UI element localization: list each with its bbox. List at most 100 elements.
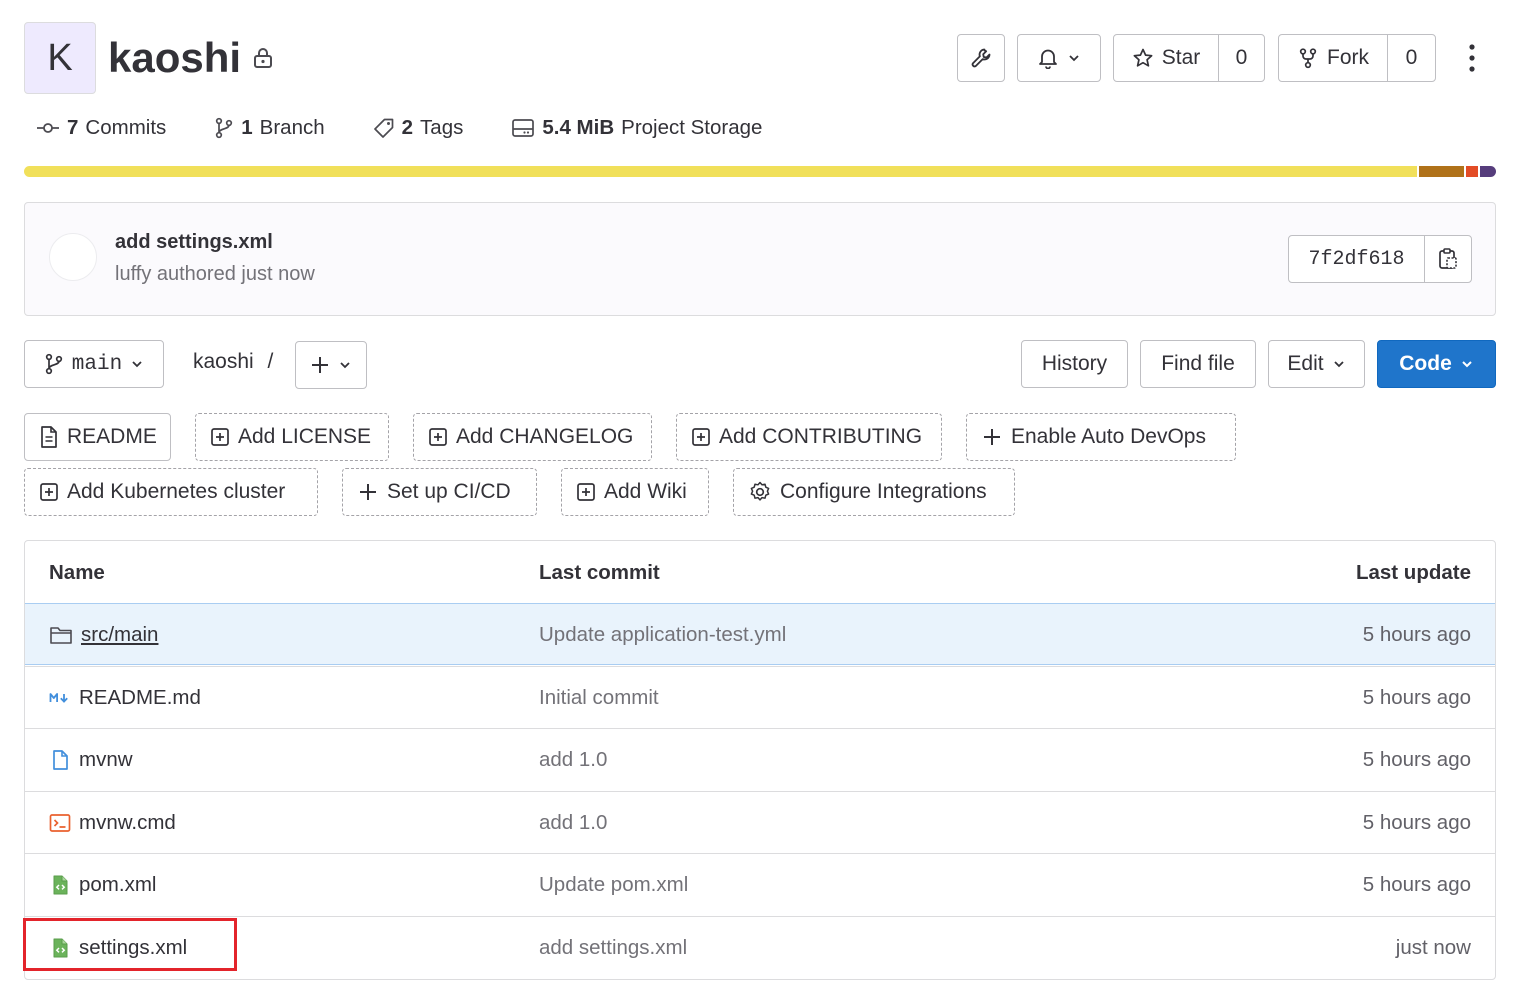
markdown-icon (49, 691, 71, 705)
file-icon (49, 749, 71, 771)
commit-message-link[interactable]: Initial commit (539, 667, 659, 729)
copy-sha-button[interactable] (1425, 236, 1471, 282)
plus-square-icon (691, 427, 711, 447)
find-file-button[interactable]: Find file (1140, 340, 1256, 388)
plus-icon (981, 426, 1003, 448)
star-icon (1132, 47, 1154, 69)
kebab-icon[interactable] (1460, 42, 1484, 74)
commit-message-link[interactable]: Update application-test.yml (539, 604, 786, 666)
project-title[interactable]: kaoshi (108, 30, 241, 86)
highlight-box (23, 918, 237, 971)
commit-message-link[interactable]: add settings.xml (539, 917, 687, 979)
star-count[interactable]: 0 (1218, 35, 1264, 81)
history-button[interactable]: History (1021, 340, 1128, 388)
chevron-down-icon (1332, 357, 1346, 371)
breadcrumb: kaoshi / (193, 350, 274, 373)
table-row[interactable]: src/main Update application-test.yml 5 h… (25, 603, 1495, 665)
file-name-link[interactable]: README.md (49, 667, 201, 729)
lock-icon (252, 46, 274, 70)
file-name-link[interactable]: pom.xml (49, 854, 156, 916)
bell-icon (1037, 47, 1059, 69)
code-dropdown[interactable]: Code (1377, 340, 1496, 388)
tag-icon (373, 117, 395, 139)
add-contributing-button[interactable]: Add CONTRIBUTING (676, 413, 942, 461)
fork-icon (1297, 47, 1319, 69)
language-segment[interactable] (1479, 166, 1496, 177)
project-avatar: K (24, 22, 96, 94)
star-button-group[interactable]: Star 0 (1113, 34, 1265, 82)
column-header-last-commit: Last commit (539, 561, 660, 584)
plus-icon (310, 355, 330, 375)
folder-icon (49, 625, 73, 645)
last-update-time: 5 hours ago (1362, 686, 1471, 709)
commit-author-meta: luffy authored just now (115, 263, 315, 285)
wrench-icon (970, 47, 992, 69)
plus-square-icon (210, 427, 230, 447)
enable-auto-devops-button[interactable]: Enable Auto DevOps (966, 413, 1236, 461)
terminal-icon (49, 813, 71, 833)
settings-button[interactable] (957, 34, 1005, 82)
last-update-time: just now (1395, 936, 1471, 959)
last-update-time: 5 hours ago (1362, 748, 1471, 771)
add-changelog-button[interactable]: Add CHANGELOG (413, 413, 652, 461)
commit-title[interactable]: add settings.xml (115, 231, 273, 254)
fork-button[interactable]: Fork (1279, 35, 1387, 81)
add-kubernetes-cluster-button[interactable]: Add Kubernetes cluster (24, 468, 318, 516)
notifications-dropdown[interactable] (1017, 34, 1101, 82)
table-row[interactable]: mvnw add 1.0 5 hours ago (25, 728, 1495, 790)
plus-square-icon (428, 427, 448, 447)
configure-integrations-button[interactable]: Configure Integrations (733, 468, 1015, 516)
language-segment[interactable] (24, 166, 1417, 177)
document-icon (39, 425, 59, 449)
last-update-time: 5 hours ago (1362, 623, 1471, 646)
storage-link[interactable]: 5.4 MiB Project Storage (511, 116, 762, 140)
readme-button[interactable]: README (24, 413, 171, 461)
column-header-last-update: Last update (1355, 561, 1471, 584)
breadcrumb-root[interactable]: kaoshi (193, 350, 254, 373)
table-row[interactable]: settings.xml add settings.xml just now (25, 916, 1495, 978)
commits-link[interactable]: 7 Commits (36, 116, 166, 140)
commit-sha-group: 7f2df618 (1288, 235, 1472, 283)
file-tree-table: Name Last commit Last update src/main Up… (24, 540, 1496, 980)
chevron-down-icon (130, 357, 144, 371)
xml-icon (49, 874, 71, 896)
tags-link[interactable]: 2 Tags (373, 116, 463, 140)
add-wiki-button[interactable]: Add Wiki (561, 468, 709, 516)
repository-languages-bar[interactable] (24, 166, 1496, 177)
disk-icon (511, 117, 535, 139)
gear-icon (748, 480, 772, 504)
add-to-tree-dropdown[interactable] (295, 341, 367, 389)
plus-square-icon (39, 482, 59, 502)
add-license-button[interactable]: Add LICENSE (195, 413, 389, 461)
table-row[interactable]: mvnw.cmd add 1.0 5 hours ago (25, 791, 1495, 853)
last-update-time: 5 hours ago (1362, 811, 1471, 834)
fork-count[interactable]: 0 (1387, 35, 1435, 81)
file-name-link[interactable]: mvnw (49, 729, 133, 791)
author-avatar[interactable] (49, 233, 97, 281)
chevron-down-icon (1067, 51, 1081, 65)
commit-message-link[interactable]: add 1.0 (539, 792, 607, 854)
star-button[interactable]: Star (1114, 35, 1218, 81)
commit-message-link[interactable]: Update pom.xml (539, 854, 688, 916)
edit-dropdown[interactable]: Edit (1268, 340, 1365, 388)
set-up-ci-cd-button[interactable]: Set up CI/CD (342, 468, 537, 516)
column-header-name: Name (49, 561, 105, 584)
chevron-down-icon (338, 358, 352, 372)
language-segment[interactable] (1418, 166, 1465, 177)
branches-link[interactable]: 1 Branch (214, 116, 325, 140)
plus-icon (357, 481, 379, 503)
language-segment[interactable] (1466, 166, 1478, 177)
commit-sha[interactable]: 7f2df618 (1289, 236, 1425, 282)
chevron-down-icon (1460, 357, 1474, 371)
file-name-link[interactable]: src/main (49, 604, 158, 666)
table-row[interactable]: pom.xml Update pom.xml 5 hours ago (25, 853, 1495, 915)
fork-button-group[interactable]: Fork 0 (1278, 34, 1436, 82)
branch-icon (44, 353, 64, 375)
file-name-link[interactable]: mvnw.cmd (49, 792, 176, 854)
commit-message-link[interactable]: add 1.0 (539, 729, 607, 791)
branch-selector[interactable]: main (24, 340, 164, 388)
plus-square-icon (576, 482, 596, 502)
last-commit-panel: add settings.xml luffy authored just now… (24, 202, 1496, 316)
clipboard-icon (1437, 247, 1459, 271)
table-row[interactable]: README.md Initial commit 5 hours ago (25, 666, 1495, 728)
